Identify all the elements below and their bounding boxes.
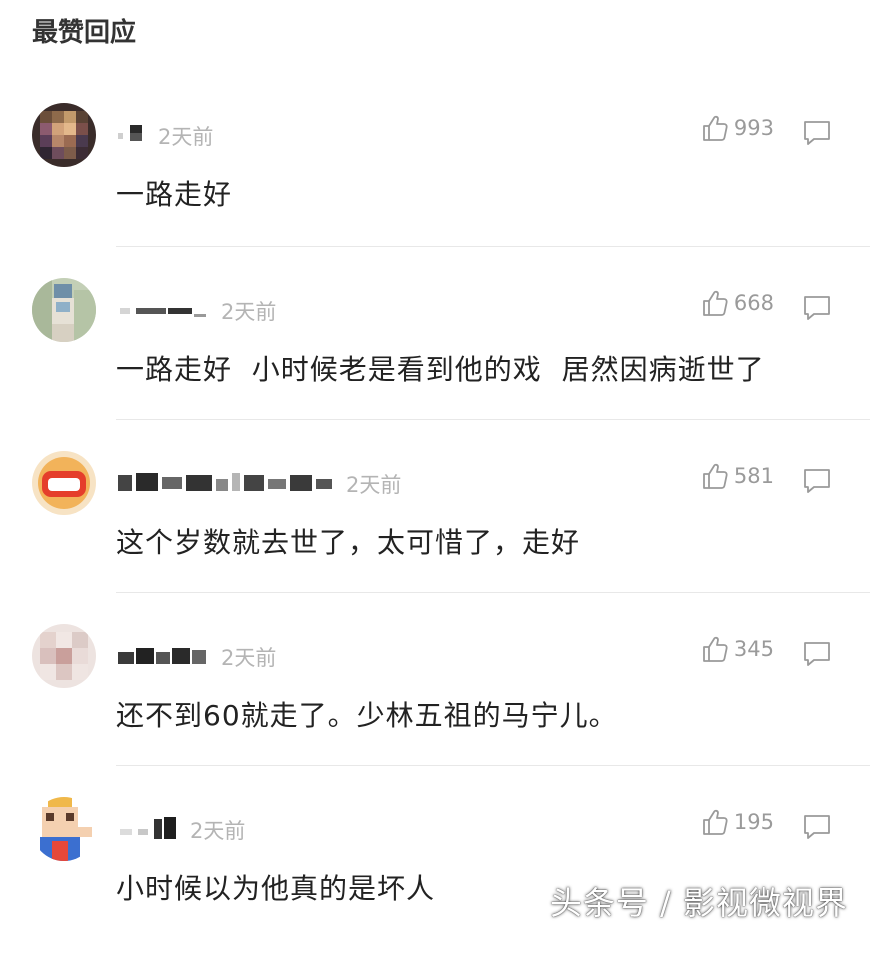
divider: [116, 246, 870, 247]
like-button[interactable]: 581: [700, 461, 774, 491]
comment-bubble-icon: [804, 121, 830, 145]
username-blurred[interactable]: [116, 296, 208, 322]
like-count: 993: [733, 116, 774, 140]
thumbs-up-icon: [703, 115, 728, 141]
section-title: 最赞回应: [32, 18, 137, 48]
avatar[interactable]: [32, 278, 96, 342]
comment-time: 2天前: [158, 125, 214, 149]
comment-text: 小时候以为他真的是坏人: [116, 872, 436, 905]
comment-text: 还不到60就走了。少林五祖的马宁儿。: [116, 699, 618, 732]
comment-time: 2天前: [221, 646, 277, 670]
watermark: 头条号 / 影视微视界: [549, 884, 848, 922]
reply-button[interactable]: [802, 813, 832, 845]
comment-time: 2天前: [346, 473, 402, 497]
reply-button[interactable]: [802, 640, 832, 672]
like-count: 345: [733, 637, 774, 661]
username-blurred[interactable]: [116, 469, 336, 495]
comment-bubble-icon: [804, 642, 830, 666]
thumbs-up-icon: [703, 809, 728, 835]
like-count: 581: [733, 464, 774, 488]
reply-button[interactable]: [802, 294, 832, 326]
reply-button[interactable]: [802, 119, 832, 151]
avatar[interactable]: [32, 103, 96, 167]
comment-item: 2天前 993 一路走好: [0, 103, 870, 275]
thumbs-up-icon: [703, 290, 728, 316]
comment-bubble-icon: [804, 815, 830, 839]
like-count: 668: [733, 291, 774, 315]
divider: [116, 765, 870, 766]
like-button[interactable]: 345: [700, 634, 774, 664]
thumbs-up-icon: [703, 463, 728, 489]
divider: [116, 592, 870, 593]
comment-item: 2天前 581 这个岁数就去世了，太可惜了，走好: [0, 451, 870, 623]
like-count: 195: [733, 810, 774, 834]
comment-text: 这个岁数就去世了，太可惜了，走好: [116, 526, 581, 559]
comment-item: 2天前 345 还不到60就走了。少林五祖的马宁儿。: [0, 624, 870, 796]
reply-button[interactable]: [802, 467, 832, 499]
avatar[interactable]: [32, 624, 96, 688]
like-button[interactable]: 993: [700, 113, 774, 143]
comment-bubble-icon: [804, 296, 830, 320]
username-blurred[interactable]: [116, 642, 210, 668]
avatar[interactable]: [32, 797, 96, 861]
comment-bubble-icon: [804, 469, 830, 493]
comment-item: 2天前 668 一路走好 小时候老是看到他的戏 居然因病逝世了: [0, 278, 870, 450]
thumbs-up-icon: [703, 636, 728, 662]
username-blurred[interactable]: [116, 815, 180, 841]
comment-text: 一路走好: [116, 178, 233, 211]
comment-time: 2天前: [221, 300, 277, 324]
comment-text: 一路走好 小时候老是看到他的戏 居然因病逝世了: [116, 353, 765, 386]
username-blurred[interactable]: [116, 121, 148, 147]
avatar[interactable]: [32, 451, 96, 515]
divider: [116, 419, 870, 420]
like-button[interactable]: 195: [700, 807, 774, 837]
comment-time: 2天前: [190, 819, 246, 843]
like-button[interactable]: 668: [700, 288, 774, 318]
